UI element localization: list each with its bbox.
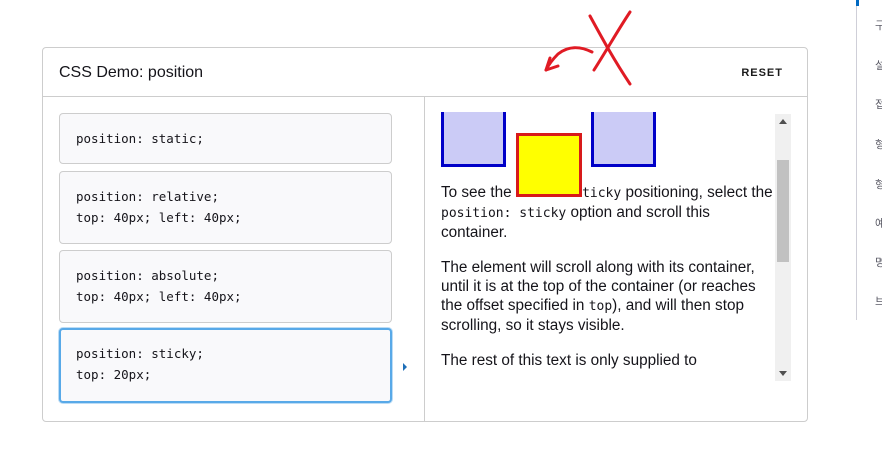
table-of-contents: 구 설 접 형 형 예 명 브 bbox=[856, 0, 882, 320]
sticky-box bbox=[516, 133, 582, 197]
choice-code-line: top: 20px; bbox=[76, 367, 152, 382]
choice-sticky[interactable]: position: sticky; top: 20px; bbox=[59, 328, 392, 403]
choice-code-line: top: 40px; left: 40px; bbox=[76, 210, 242, 225]
annotation-stroke bbox=[588, 14, 632, 86]
demo-title: CSS Demo: position bbox=[59, 64, 204, 81]
scrollbar[interactable] bbox=[775, 114, 791, 381]
demo-box bbox=[591, 112, 656, 167]
choice-relative[interactable]: position: relative; top: 40px; left: 40p… bbox=[59, 171, 392, 244]
choice-code-line: position: absolute; bbox=[76, 268, 219, 283]
output-paragraph: The element will scroll along with its c… bbox=[441, 258, 776, 335]
scroll-thumb[interactable] bbox=[777, 160, 789, 262]
choice-list: position: static; position: relative; to… bbox=[43, 97, 425, 421]
choice-absolute[interactable]: position: absolute; top: 40px; left: 40p… bbox=[59, 250, 392, 323]
toc-item[interactable]: 예 bbox=[875, 215, 882, 231]
scroll-up-arrow-icon[interactable] bbox=[779, 119, 787, 124]
output-paragraph: The rest of this text is only supplied t… bbox=[441, 352, 697, 369]
text-run: positioning, select the bbox=[621, 184, 773, 201]
choice-code-line: top: 40px; left: 40px; bbox=[76, 289, 242, 304]
choice-static[interactable]: position: static; bbox=[59, 113, 392, 164]
css-demo-frame: CSS Demo: position RESET position: stati… bbox=[42, 47, 808, 422]
scroll-down-arrow-icon[interactable] bbox=[779, 371, 787, 376]
reset-button[interactable]: RESET bbox=[741, 67, 783, 79]
demo-header: CSS Demo: position RESET bbox=[43, 48, 807, 97]
output-text: To see the effect of sticky positioning,… bbox=[441, 183, 776, 386]
output-paragraph: To see the effect of sticky positioning,… bbox=[441, 183, 776, 242]
text-run: To see the bbox=[441, 184, 516, 201]
output-panel[interactable]: To see the effect of sticky positioning,… bbox=[426, 97, 807, 421]
toc-item[interactable]: 형 bbox=[875, 136, 882, 152]
inline-code: top bbox=[588, 299, 613, 314]
toc-item[interactable]: 명 bbox=[875, 254, 882, 270]
toc-item[interactable]: 구 bbox=[875, 17, 882, 33]
toc-item[interactable]: 접 bbox=[875, 96, 882, 112]
toc-item[interactable]: 형 bbox=[875, 176, 882, 192]
annotation-stroke bbox=[592, 10, 632, 72]
inline-code: position: sticky bbox=[441, 206, 567, 221]
selected-indicator-icon bbox=[403, 363, 407, 371]
choice-code-line: position: sticky; bbox=[76, 346, 204, 361]
choice-code-line: position: relative; bbox=[76, 189, 219, 204]
toc-item[interactable]: 설 bbox=[875, 57, 882, 73]
choice-code-line: position: static; bbox=[76, 131, 204, 146]
toc-active-indicator bbox=[856, 0, 859, 6]
demo-box bbox=[441, 112, 506, 167]
toc-item[interactable]: 브 bbox=[875, 293, 882, 309]
red-annotation-scribble bbox=[544, 10, 632, 86]
